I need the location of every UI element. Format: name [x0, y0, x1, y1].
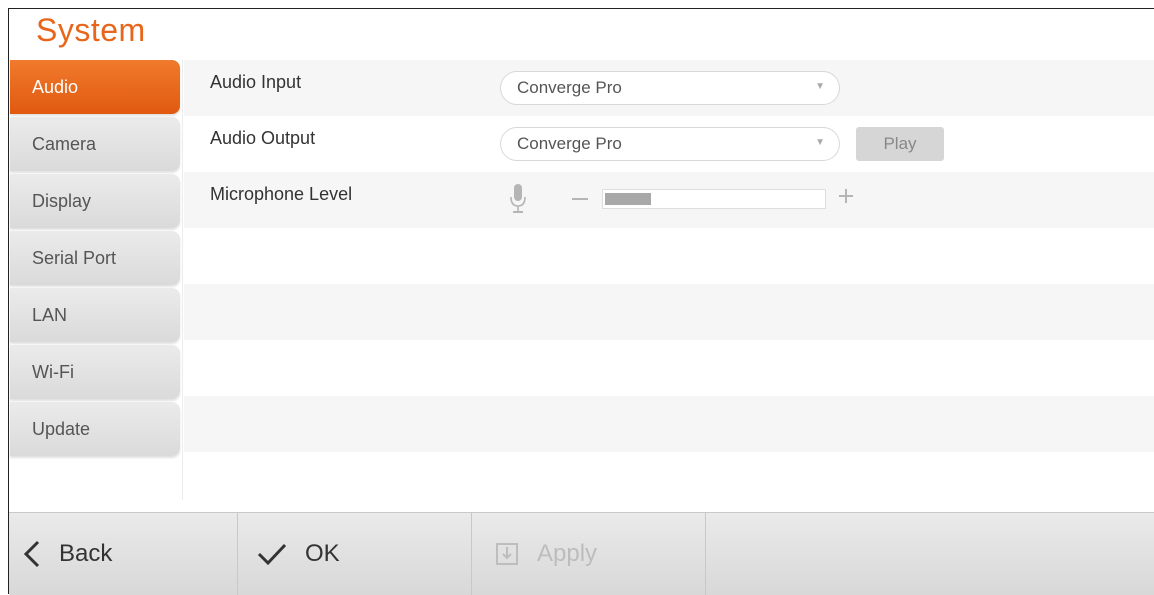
microphone-level-fill	[605, 193, 651, 205]
sidebar-item-wifi[interactable]: Wi-Fi	[10, 345, 180, 399]
audio-output-row: Audio Output Converge Pro ▼ Play	[184, 116, 1154, 172]
microphone-level-label: Microphone Level	[210, 184, 353, 204]
chevron-left-icon	[23, 540, 40, 568]
sidebar-item-update[interactable]: Update	[10, 402, 180, 456]
ok-button[interactable]: OK	[257, 513, 340, 595]
empty-row	[184, 396, 1154, 452]
apply-label: Apply	[537, 540, 598, 567]
audio-output-select[interactable]: Converge Pro ▼	[500, 127, 840, 161]
volume-decrease-button[interactable]	[572, 198, 588, 200]
audio-input-select[interactable]: Converge Pro ▼	[500, 71, 840, 105]
settings-panel: Audio Input Converge Pro ▼ Audio Output …	[184, 60, 1154, 508]
toolbar-divider	[471, 513, 472, 595]
microphone-icon	[510, 184, 526, 213]
empty-row	[184, 340, 1154, 396]
empty-row	[184, 284, 1154, 340]
volume-increase-button[interactable]	[836, 186, 856, 206]
sidebar-item-label: Audio	[32, 76, 79, 97]
sidebar-item-camera[interactable]: Camera	[10, 117, 180, 171]
sidebar-item-serial-port[interactable]: Serial Port	[10, 231, 180, 285]
sidebar-item-label: Wi-Fi	[32, 361, 74, 382]
play-button[interactable]: Play	[856, 127, 944, 161]
microphone-level-slider[interactable]	[602, 189, 826, 209]
sidebar-item-label: LAN	[32, 304, 68, 325]
apply-button[interactable]: Apply	[495, 513, 597, 595]
sidebar-item-label: Serial Port	[32, 247, 117, 268]
audio-output-label: Audio Output	[210, 128, 316, 148]
ok-label: OK	[305, 540, 340, 567]
page-title: System	[36, 12, 146, 48]
audio-output-value: Converge Pro	[517, 134, 622, 153]
sidebar: Audio Camera Display Serial Port LAN Wi-…	[10, 60, 180, 459]
sidebar-divider	[182, 60, 183, 500]
sidebar-item-lan[interactable]: LAN	[10, 288, 180, 342]
audio-input-label: Audio Input	[210, 72, 302, 92]
sidebar-item-label: Camera	[32, 133, 97, 154]
chevron-down-icon: ▼	[815, 81, 825, 92]
sidebar-item-label: Display	[32, 190, 92, 211]
chevron-down-icon: ▼	[815, 137, 825, 148]
audio-input-value: Converge Pro	[517, 78, 622, 97]
toolbar-divider	[237, 513, 238, 595]
bottom-toolbar: Back OK Apply	[9, 512, 1154, 595]
sidebar-item-display[interactable]: Display	[10, 174, 180, 228]
empty-row	[184, 452, 1154, 508]
toolbar-divider	[705, 513, 706, 595]
empty-row	[184, 228, 1154, 284]
back-button[interactable]: Back	[23, 513, 112, 595]
sidebar-item-label: Update	[32, 418, 91, 439]
audio-input-row: Audio Input Converge Pro ▼	[184, 60, 1154, 116]
sidebar-item-audio[interactable]: Audio	[10, 60, 180, 114]
back-label: Back	[59, 540, 113, 567]
checkmark-icon	[257, 543, 287, 566]
microphone-level-row: Microphone Level	[184, 172, 1154, 228]
apply-icon	[496, 543, 518, 565]
